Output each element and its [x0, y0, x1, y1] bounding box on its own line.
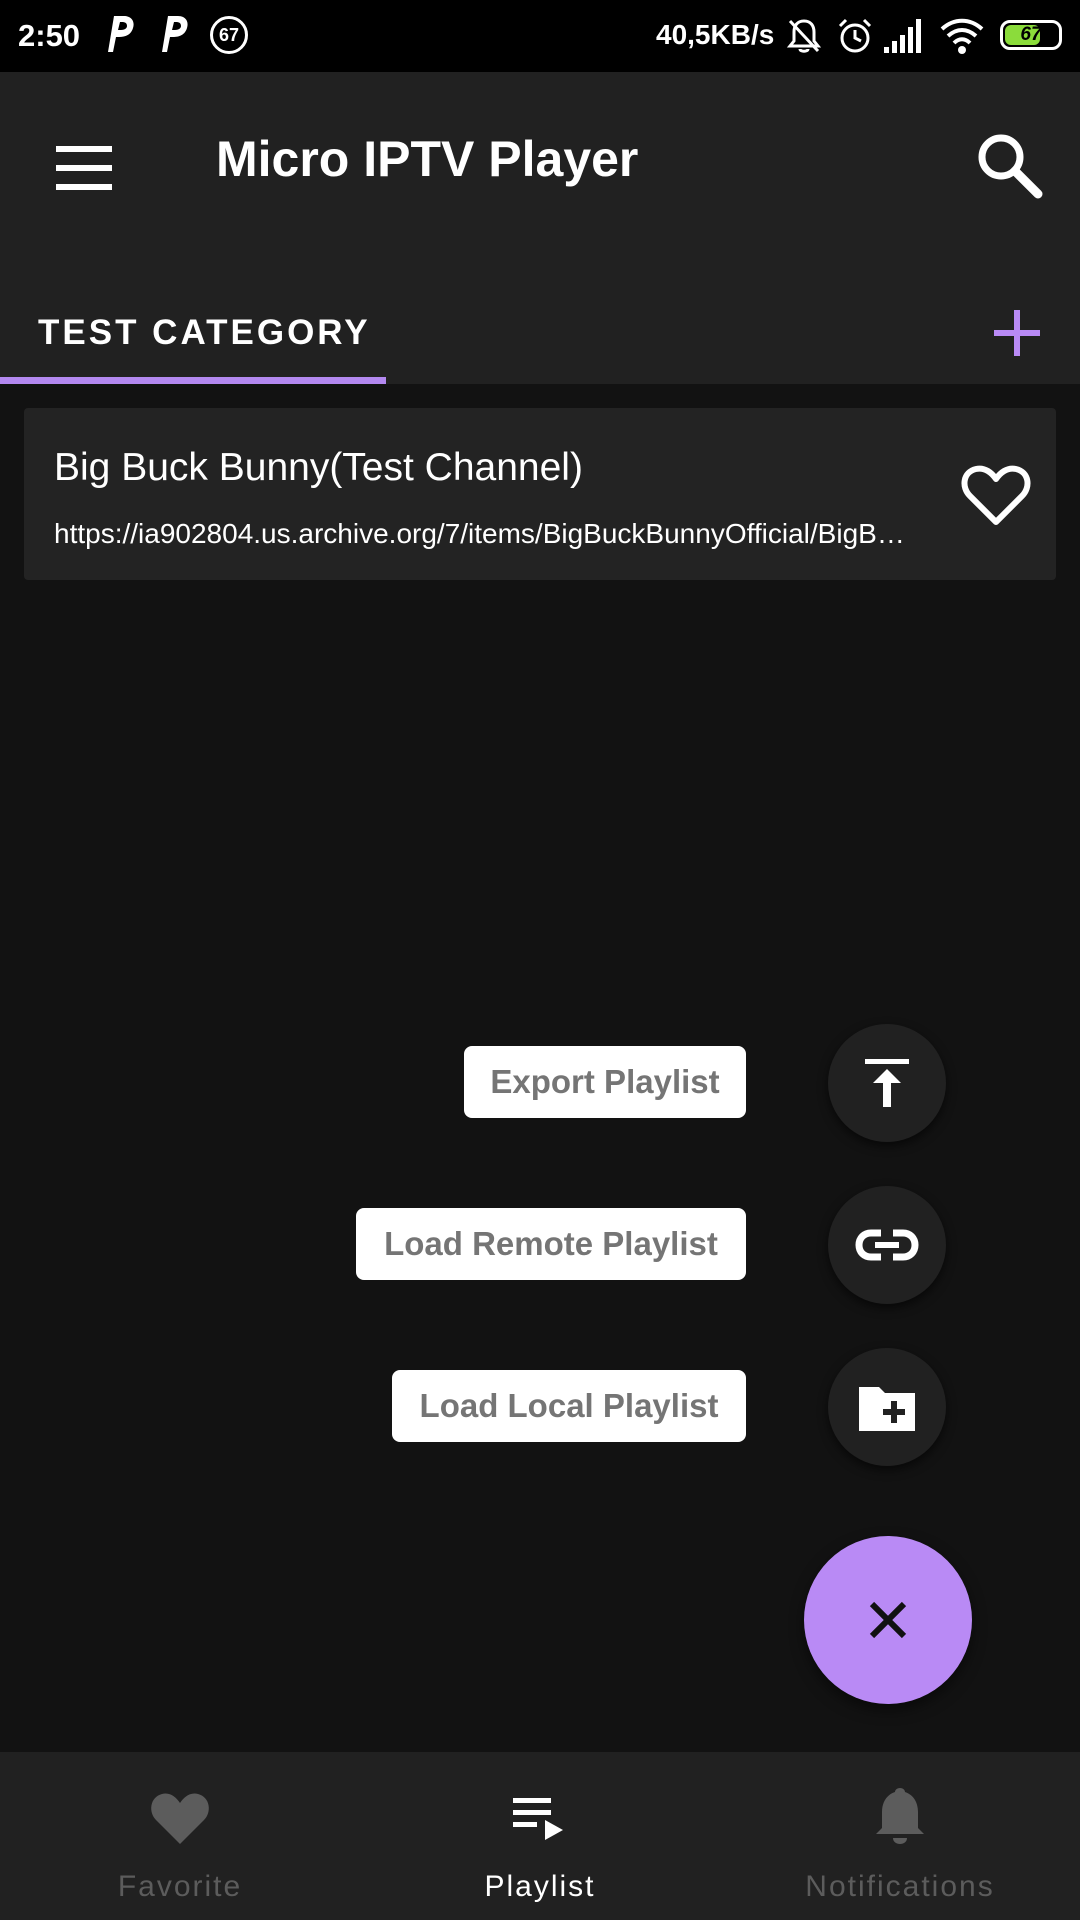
channel-name: Big Buck Bunny(Test Channel) — [54, 446, 583, 489]
nav-label-favorite: Favorite — [117, 1870, 243, 1903]
speed-dial-close-button[interactable] — [804, 1536, 972, 1704]
add-category-button[interactable] — [980, 296, 1054, 370]
export-playlist-label[interactable]: Export Playlist — [464, 1046, 746, 1118]
network-speed: 40,5KB/s — [656, 19, 775, 50]
signal-icon — [884, 19, 921, 53]
battery-icon: 67 — [1000, 20, 1062, 50]
screen: 2:50 67 40,5KB/s 67 Micro IPTV Player TE… — [0, 0, 1080, 1920]
nav-label-notifications: Notifications — [805, 1870, 995, 1903]
load-local-playlist-label[interactable]: Load Local Playlist — [392, 1370, 746, 1442]
app-title: Micro IPTV Player — [216, 131, 639, 187]
close-icon — [869, 1601, 907, 1639]
status-time: 2:50 — [18, 18, 81, 53]
favorite-toggle-button[interactable] — [956, 454, 1036, 534]
menu-button[interactable] — [44, 128, 124, 208]
link-icon — [855, 1229, 919, 1261]
heart-outline-icon — [961, 465, 1031, 525]
heart-icon — [151, 1793, 209, 1844]
playlist-play-icon — [513, 1798, 563, 1840]
bell-off-icon — [786, 19, 822, 53]
status-bar: 2:50 67 40,5KB/s 67 — [0, 0, 1080, 72]
channel-url: https://ia902804.us.archive.org/7/items/… — [54, 518, 914, 549]
export-upload-icon — [865, 1059, 909, 1107]
alarm-icon — [838, 18, 872, 53]
search-icon — [978, 134, 1043, 199]
tab-indicator — [0, 377, 386, 384]
plus-icon — [994, 310, 1040, 356]
parking-app-icon — [162, 16, 188, 52]
bell-icon — [876, 1788, 924, 1844]
load-remote-playlist-button[interactable] — [828, 1186, 946, 1304]
menu-icon — [56, 146, 112, 190]
nav-item-playlist[interactable]: Playlist — [360, 1752, 720, 1920]
nav-item-notifications[interactable]: Notifications — [720, 1752, 1080, 1920]
channel-list-item[interactable]: Big Buck Bunny(Test Channel) https://ia9… — [24, 408, 1056, 580]
tab-label: TEST CATEGORY — [38, 313, 371, 352]
battery-level: 67 — [1020, 24, 1042, 45]
tab-test-category[interactable]: TEST CATEGORY — [0, 282, 386, 384]
load-local-playlist-button[interactable] — [828, 1348, 946, 1466]
search-button[interactable] — [968, 124, 1048, 204]
nav-label-playlist: Playlist — [484, 1870, 596, 1903]
load-remote-playlist-label[interactable]: Load Remote Playlist — [356, 1208, 746, 1280]
wifi-icon — [940, 18, 984, 54]
export-playlist-button[interactable] — [828, 1024, 946, 1142]
nav-item-favorite[interactable]: Favorite — [0, 1752, 360, 1920]
app-bar: Micro IPTV Player TEST CATEGORY — [0, 72, 1080, 384]
parking-app-icon — [108, 16, 134, 52]
badge-67-icon: 67 — [210, 16, 248, 54]
category-tabs: TEST CATEGORY — [0, 282, 1080, 384]
bottom-navigation: Favorite Playlist Notifications — [0, 1752, 1080, 1920]
folder-add-icon — [859, 1387, 915, 1431]
